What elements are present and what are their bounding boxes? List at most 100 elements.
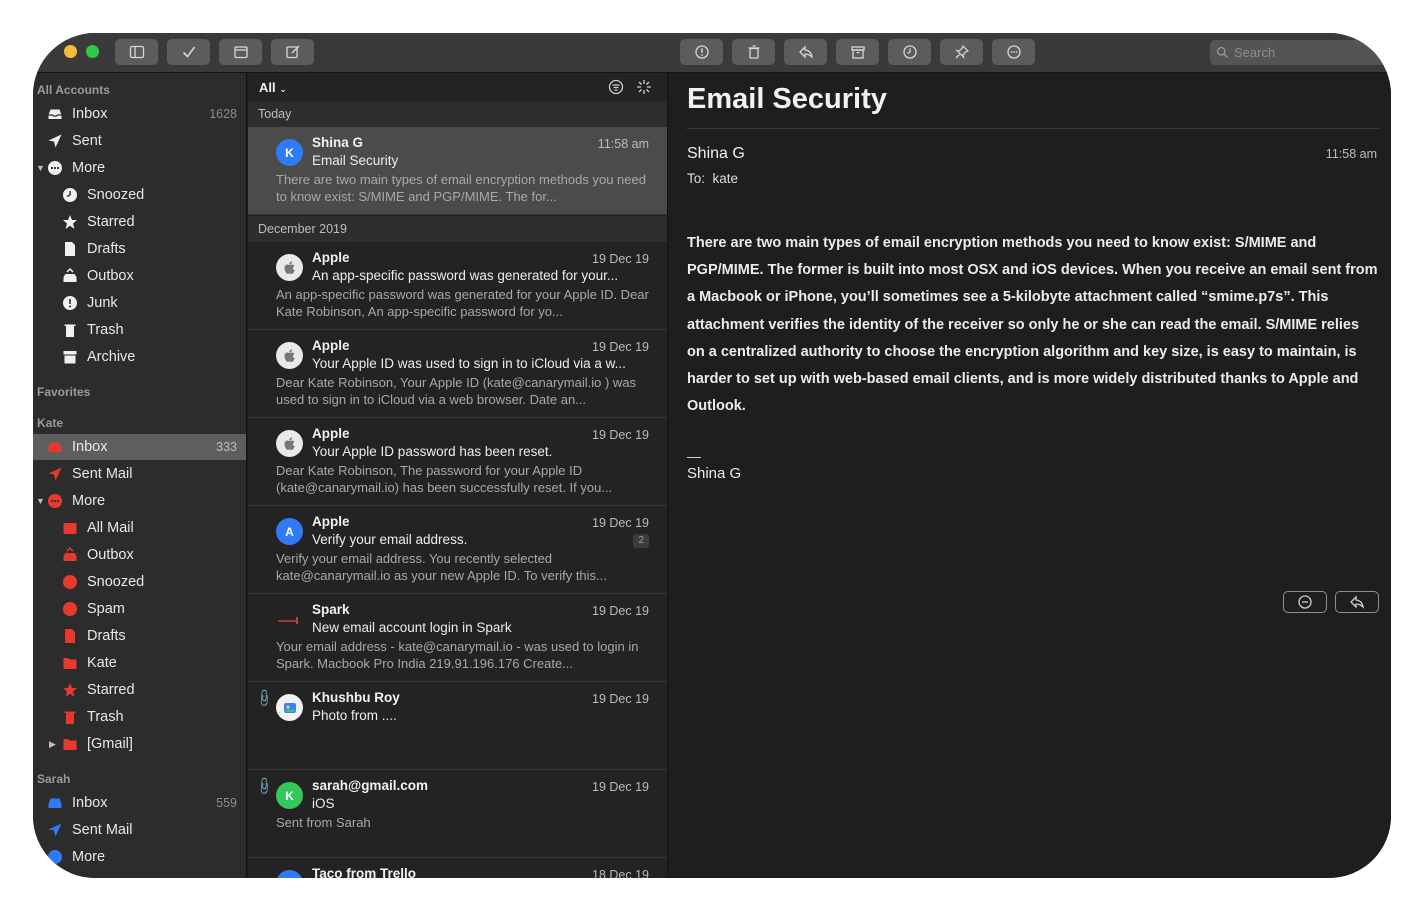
alert-icon — [61, 295, 79, 311]
message-row[interactable]: 📎 Khushbu Roy 19 Dec 19 Photo from .... — [248, 682, 667, 770]
sidebar-item-trash[interactable]: Trash — [33, 317, 246, 343]
message-preview — [276, 726, 652, 760]
message-row[interactable]: Taco from Trello 18 Dec 19 — [248, 858, 667, 878]
message-row[interactable]: Apple 19 Dec 19 An app-specific password… — [248, 242, 667, 330]
search-input[interactable] — [1234, 45, 1384, 60]
compose-button[interactable] — [271, 39, 314, 65]
message-sender: Taco from Trello — [312, 866, 417, 878]
clock-icon — [61, 574, 79, 590]
more-icon — [46, 493, 64, 509]
sidebar-item-kate-gmail[interactable]: ▶ [Gmail] — [33, 731, 246, 757]
sidebar-item-snoozed[interactable]: Snoozed — [33, 182, 246, 208]
sidebar-item-kate-trash[interactable]: Trash — [33, 704, 246, 730]
pin-button[interactable] — [940, 39, 983, 65]
flag-button[interactable] — [680, 39, 723, 65]
filter-icon[interactable] — [608, 79, 624, 95]
unread-count: 333 — [216, 440, 237, 454]
message-date: 19 Dec 19 — [592, 252, 649, 266]
message-sender: sarah@gmail.com — [312, 778, 428, 793]
sidebar-item-kate-spam[interactable]: Spam — [33, 596, 246, 622]
delete-button[interactable] — [732, 39, 775, 65]
snooze-button[interactable] — [888, 39, 931, 65]
zoom-window-button[interactable] — [86, 45, 99, 58]
sidebar-toggle-button[interactable] — [115, 39, 158, 65]
sidebar-item-starred[interactable]: Starred — [33, 209, 246, 235]
message-date: 19 Dec 19 — [592, 516, 649, 530]
email-subject-title: Email Security — [687, 83, 887, 115]
filter-dropdown[interactable]: All ⌄ — [259, 80, 287, 95]
sidebar-item-kate-sent-mail[interactable]: Sent Mail — [33, 461, 246, 487]
reply-button[interactable] — [784, 39, 827, 65]
minimize-window-button[interactable] — [64, 45, 77, 58]
message-sender: Apple — [312, 426, 350, 441]
message-row[interactable]: Spark 19 Dec 19 New email account login … — [248, 594, 667, 682]
more-icon — [46, 160, 64, 176]
sidebar-item-label: Sent Mail — [72, 466, 133, 482]
recipient-name[interactable]: kate — [713, 171, 739, 186]
sidebar-item-kate-more[interactable]: ▼ More — [33, 488, 246, 514]
calendar-icon — [233, 46, 248, 59]
list-header: All ⌄ — [248, 73, 667, 101]
more-actions-button[interactable] — [992, 39, 1035, 65]
sidebar-item-sarah-more[interactable]: More — [33, 844, 246, 870]
photos-app-icon — [276, 694, 303, 721]
archive-icon — [61, 349, 79, 365]
sidebar-item-junk[interactable]: Junk — [33, 290, 246, 316]
outbox-icon — [61, 547, 79, 563]
sidebar-item-label: Sent Mail — [72, 822, 133, 838]
search-box[interactable] — [1210, 40, 1391, 65]
paperclip-icon: 📎 — [254, 775, 275, 797]
reply-icon — [798, 45, 813, 59]
more-icon — [46, 849, 64, 865]
sidebar-item-inbox[interactable]: Inbox 1628 — [33, 101, 246, 127]
message-date: 11:58 am — [597, 137, 649, 151]
quick-reply-button[interactable] — [1335, 591, 1379, 613]
apple-logo-icon — [276, 342, 303, 369]
message-row[interactable]: 📎 K sarah@gmail.com 19 Dec 19 iOS Sent f… — [248, 770, 667, 858]
sidebar-item-label: Drafts — [87, 628, 126, 644]
divider — [687, 128, 1379, 129]
star-icon — [61, 682, 79, 698]
sidebar-item-label: Outbox — [87, 268, 134, 284]
email-sender[interactable]: Shina G — [687, 145, 745, 163]
disclosure-triangle-icon[interactable]: ▼ — [36, 163, 45, 173]
sidebar-item-outbox[interactable]: Outbox — [33, 263, 246, 289]
message-date: 19 Dec 19 — [592, 604, 649, 618]
paper-plane-icon — [46, 822, 64, 838]
message-row[interactable]: A Apple 19 Dec 19 Verify your email addr… — [248, 506, 667, 594]
sidebar-item-sent[interactable]: Sent — [33, 128, 246, 154]
sidebar-item-kate-folder[interactable]: Kate — [33, 650, 246, 676]
paper-plane-icon — [46, 133, 64, 149]
mark-done-button[interactable] — [167, 39, 210, 65]
message-sender: Shina G — [312, 135, 364, 150]
kate-account-header: Kate — [37, 416, 64, 430]
pin-icon — [954, 44, 969, 59]
message-subject: iOS — [312, 796, 335, 811]
sparkle-icon[interactable] — [636, 79, 652, 95]
sidebar-item-more[interactable]: ▼ More — [33, 155, 246, 181]
outbox-icon — [61, 268, 79, 284]
sidebar-item-kate-snoozed[interactable]: Snoozed — [33, 569, 246, 595]
sidebar-item-kate-all-mail[interactable]: All Mail — [33, 515, 246, 541]
sidebar-item-sarah-inbox[interactable]: Inbox 559 — [33, 790, 246, 816]
sidebar-item-label: Inbox — [72, 106, 108, 122]
sidebar-item-sarah-sent-mail[interactable]: Sent Mail — [33, 817, 246, 843]
sidebar-item-kate-starred[interactable]: Starred — [33, 677, 246, 703]
sidebar-item-kate-drafts[interactable]: Drafts — [33, 623, 246, 649]
tray-icon — [61, 520, 79, 536]
message-date: 19 Dec 19 — [592, 428, 649, 442]
disclosure-triangle-icon[interactable]: ▶ — [49, 739, 56, 750]
message-row[interactable]: Apple 19 Dec 19 Your Apple ID password h… — [248, 418, 667, 506]
message-row[interactable]: K Shina G 11:58 am Email Security There … — [248, 127, 667, 215]
disclosure-triangle-icon[interactable]: ▼ — [36, 496, 45, 506]
sidebar-item-archive[interactable]: Archive — [33, 344, 246, 370]
sidebar-item-kate-outbox[interactable]: Outbox — [33, 542, 246, 568]
message-row[interactable]: Apple 19 Dec 19 Your Apple ID was used t… — [248, 330, 667, 418]
calendar-button[interactable] — [219, 39, 262, 65]
sidebar-item-drafts[interactable]: Drafts — [33, 236, 246, 262]
sidebar-item-label: All Mail — [87, 520, 134, 536]
archive-button[interactable] — [836, 39, 879, 65]
sidebar-item-kate-inbox[interactable]: Inbox 333 — [33, 434, 246, 460]
message-subject: Your Apple ID was used to sign in to iCl… — [312, 356, 626, 371]
more-options-button[interactable] — [1283, 591, 1327, 613]
